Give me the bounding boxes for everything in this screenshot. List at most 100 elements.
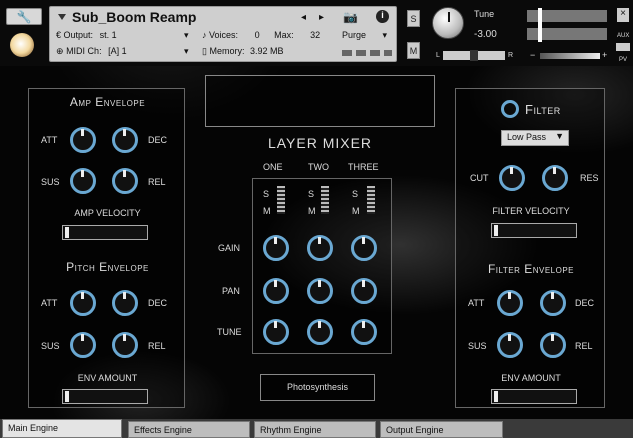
- instrument-logo: [10, 33, 34, 57]
- solo-button[interactable]: S: [407, 10, 420, 27]
- amp-dec-label: DEC: [148, 135, 168, 145]
- layer-one-gain-knob[interactable]: [263, 235, 289, 261]
- memory-row: ▯ Memory: 3.92 MB: [202, 46, 284, 57]
- gain-row-label: GAIN: [218, 243, 241, 253]
- voices-icon: ♪: [202, 30, 207, 40]
- memory-value: 3.92 MB: [250, 46, 284, 56]
- filter-att-knob[interactable]: [497, 290, 523, 316]
- tab-effects-engine[interactable]: Effects Engine: [128, 421, 250, 438]
- header-bar: 🔧 Sub_Boom Reamp € Output: st. 1 ▾ ⊕ MID…: [0, 0, 633, 66]
- layer-mixer-panel: S M S M S M: [252, 178, 392, 354]
- layer-two-tune-knob[interactable]: [307, 319, 333, 345]
- aux-button[interactable]: [616, 43, 630, 51]
- pan-slider-handle[interactable]: [470, 50, 478, 61]
- filter-velocity-label: FILTER VELOCITY: [492, 206, 570, 216]
- filter-env-amount-label: ENV AMOUNT: [501, 373, 561, 383]
- amp-sus-knob[interactable]: [70, 168, 96, 194]
- max-label: Max:: [274, 30, 294, 40]
- filter-dec-knob[interactable]: [540, 290, 566, 316]
- output-row[interactable]: € Output: st. 1: [56, 30, 117, 40]
- preset-display[interactable]: Photosynthesis: [260, 374, 375, 401]
- layer-two-pan-knob[interactable]: [307, 278, 333, 304]
- amp-att-knob[interactable]: [70, 127, 96, 153]
- level-meter: [342, 50, 392, 56]
- filter-velocity-handle[interactable]: [494, 225, 498, 236]
- pitch-att-label: ATT: [41, 298, 58, 308]
- camera-icon[interactable]: 📷: [343, 10, 358, 24]
- midi-value: [A] 1: [108, 46, 127, 56]
- aux-label: AUX: [617, 33, 630, 39]
- midi-icon: ⊕: [56, 46, 64, 56]
- midi-dropdown-icon[interactable]: ▾: [184, 46, 189, 57]
- pitch-rel-label: REL: [148, 341, 166, 351]
- filter-res-label: RES: [580, 173, 599, 183]
- pitch-dec-knob[interactable]: [112, 290, 138, 316]
- filter-env-amount-handle[interactable]: [494, 391, 498, 402]
- filter-res-knob[interactable]: [542, 165, 568, 191]
- amp-velocity-handle[interactable]: [65, 227, 69, 238]
- tab-output-engine[interactable]: Output Engine: [380, 421, 503, 438]
- filter-power-icon[interactable]: [501, 100, 519, 118]
- filter-sus-label: SUS: [468, 341, 487, 351]
- pitch-env-amount-handle[interactable]: [65, 391, 69, 402]
- volume-slider[interactable]: [540, 53, 600, 59]
- close-icon[interactable]: ×: [617, 8, 629, 22]
- layer-two-label: TWO: [308, 162, 329, 172]
- instrument-header: Sub_Boom Reamp € Output: st. 1 ▾ ⊕ MIDI …: [49, 6, 397, 62]
- layer-three-gain-knob[interactable]: [351, 235, 377, 261]
- collapse-arrow-icon[interactable]: [58, 14, 66, 20]
- layer-three-pan-knob[interactable]: [351, 278, 377, 304]
- output-icon: €: [56, 30, 62, 40]
- layer-three-mute[interactable]: M: [352, 206, 360, 216]
- output-label: Output:: [63, 30, 94, 40]
- volume-minus[interactable]: −: [530, 50, 535, 60]
- midi-row[interactable]: ⊕ MIDI Ch: [A] 1: [56, 46, 127, 57]
- tab-main-engine[interactable]: Main Engine: [2, 419, 122, 438]
- amp-velocity-slider[interactable]: [62, 225, 148, 240]
- layer-one-label: ONE: [263, 162, 283, 172]
- amp-velocity-label: AMP VELOCITY: [74, 208, 141, 218]
- instrument-name[interactable]: Sub_Boom Reamp: [72, 9, 196, 25]
- filter-type-dropdown[interactable]: Low Pass ▼: [501, 130, 569, 146]
- layer-one-pan-knob[interactable]: [263, 278, 289, 304]
- filter-rel-label: REL: [575, 341, 593, 351]
- tune-value[interactable]: -3.00: [474, 29, 497, 40]
- prev-instrument-icon[interactable]: ◂: [301, 12, 306, 23]
- layer-two-mute[interactable]: M: [308, 206, 316, 216]
- layer-three-solo[interactable]: S: [352, 189, 358, 199]
- pitch-att-knob[interactable]: [70, 290, 96, 316]
- layer-two-gain-knob[interactable]: [307, 235, 333, 261]
- filter-sus-knob[interactable]: [497, 332, 523, 358]
- layer-three-tune-knob[interactable]: [351, 319, 377, 345]
- amp-dec-knob[interactable]: [112, 127, 138, 153]
- pitch-sus-knob[interactable]: [70, 332, 96, 358]
- max-value[interactable]: 32: [310, 30, 320, 40]
- purge-dropdown[interactable]: Purge ▾: [342, 30, 387, 41]
- tune-knob[interactable]: [432, 7, 464, 39]
- wrench-icon[interactable]: 🔧: [6, 8, 42, 25]
- filter-rel-knob[interactable]: [540, 332, 566, 358]
- filter-att-label: ATT: [468, 298, 485, 308]
- tune-row-label: TUNE: [217, 327, 242, 337]
- purge-dropdown-icon: ▾: [382, 30, 388, 40]
- next-instrument-icon[interactable]: ▸: [319, 12, 324, 23]
- layer-two-solo[interactable]: S: [308, 189, 314, 199]
- pitch-env-amount-slider[interactable]: [62, 389, 148, 404]
- filter-cut-knob[interactable]: [499, 165, 525, 191]
- voices-row: ♪ Voices: 0 Max: 32: [202, 30, 320, 40]
- pitch-rel-knob[interactable]: [112, 332, 138, 358]
- layer-mixer-title: LAYER MIXER: [267, 135, 373, 151]
- volume-plus[interactable]: +: [602, 50, 607, 60]
- amp-rel-knob[interactable]: [112, 168, 138, 194]
- filter-velocity-slider[interactable]: [491, 223, 577, 238]
- mute-button[interactable]: M: [407, 42, 420, 59]
- layer-one-meter: [277, 186, 285, 214]
- filter-env-amount-slider[interactable]: [491, 389, 577, 404]
- output-dropdown-icon[interactable]: ▾: [184, 30, 189, 41]
- layer-one-solo[interactable]: S: [263, 189, 269, 199]
- info-icon[interactable]: i: [376, 10, 389, 23]
- midi-label: MIDI Ch:: [66, 46, 102, 56]
- tab-rhythm-engine[interactable]: Rhythm Engine: [254, 421, 376, 438]
- layer-one-mute[interactable]: M: [263, 206, 271, 216]
- layer-one-tune-knob[interactable]: [263, 319, 289, 345]
